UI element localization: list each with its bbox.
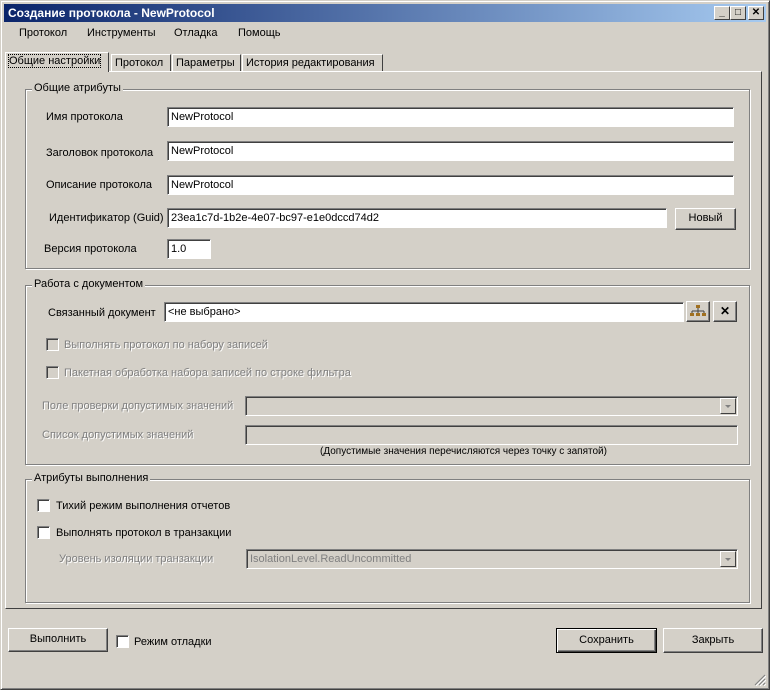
menu-tools[interactable]: Инструменты	[87, 27, 156, 39]
run-button[interactable]: Выполнить	[8, 628, 108, 652]
resize-grip-icon[interactable]	[754, 674, 766, 686]
batch-processing-checkbox[interactable]	[46, 366, 59, 379]
close-button[interactable]: Закрыть	[663, 628, 763, 653]
silent-mode-label: Тихий режим выполнения отчетов	[56, 500, 231, 512]
group-title: Общие атрибуты	[32, 82, 123, 94]
menu-help[interactable]: Помощь	[238, 27, 281, 39]
group-title: Атрибуты выполнения	[32, 472, 151, 484]
minimize-button[interactable]: _	[714, 6, 730, 20]
check-field-label: Поле проверки допустимых значений	[42, 400, 234, 412]
protocol-caption-input[interactable]: NewProtocol	[167, 141, 734, 161]
linked-document-label: Связанный документ	[48, 307, 156, 319]
isolation-level-label: Уровень изоляции транзакции	[59, 553, 214, 565]
save-button[interactable]: Сохранить	[556, 628, 657, 653]
allowed-list-hint: (Допустимые значения перечисляются через…	[320, 446, 607, 457]
protocol-name-label: Имя протокола	[46, 111, 123, 123]
isolation-level-value: IsolationLevel.ReadUncommitted	[250, 553, 412, 565]
in-transaction-checkbox[interactable]	[37, 526, 50, 539]
title-bar[interactable]: Создание протокола - NewProtocol _ □ ✕	[4, 4, 766, 22]
allowed-list-input[interactable]	[245, 425, 738, 445]
group-execution: Атрибуты выполнения Тихий режим выполнен…	[25, 472, 750, 603]
menu-bar: Протокол Инструменты Отладка Помощь	[4, 24, 766, 44]
maximize-button[interactable]: □	[730, 6, 746, 20]
menu-protocol[interactable]: Протокол	[19, 27, 67, 39]
menu-debug[interactable]: Отладка	[174, 27, 217, 39]
debug-mode-label: Режим отладки	[134, 636, 212, 648]
tab-parameters[interactable]: Параметры	[172, 54, 241, 71]
chevron-down-icon[interactable]	[720, 551, 736, 567]
select-document-button[interactable]	[686, 301, 710, 322]
chevron-down-icon[interactable]	[720, 398, 736, 414]
guid-input[interactable]: 23ea1c7d-1b2e-4e07-bc97-e1e0dccd74d2	[167, 208, 667, 228]
in-transaction-label: Выполнять протокол в транзакции	[56, 527, 232, 539]
dialog-window: Создание протокола - NewProtocol _ □ ✕ П…	[0, 0, 770, 690]
execute-by-records-label: Выполнять протокол по набору записей	[64, 339, 268, 351]
allowed-list-label: Список допустимых значений	[42, 429, 194, 441]
tab-general[interactable]: Общие настройки	[5, 52, 109, 72]
version-label: Версия протокола	[44, 243, 137, 255]
isolation-level-select[interactable]: IsolationLevel.ReadUncommitted	[246, 549, 738, 569]
close-window-button[interactable]: ✕	[748, 6, 764, 20]
protocol-name-input[interactable]: NewProtocol	[167, 107, 734, 127]
execute-by-records-checkbox[interactable]	[46, 338, 59, 351]
tab-panel-general: Общие атрибуты Имя протокола NewProtocol…	[5, 71, 762, 609]
guid-label: Идентификатор (Guid)	[49, 212, 164, 224]
debug-mode-checkbox[interactable]	[116, 635, 129, 648]
group-document: Работа с документом Связанный документ <…	[25, 278, 750, 465]
tab-edit-history[interactable]: История редактирования	[242, 54, 383, 71]
version-input[interactable]: 1.0	[167, 239, 211, 259]
protocol-caption-label: Заголовок протокола	[46, 147, 154, 159]
silent-mode-checkbox[interactable]	[37, 499, 50, 512]
group-general-attributes: Общие атрибуты Имя протокола NewProtocol…	[25, 82, 750, 269]
linked-document-input[interactable]: <не выбрано>	[164, 302, 684, 322]
tab-protocol[interactable]: Протокол	[111, 54, 171, 71]
window-title: Создание протокола - NewProtocol	[8, 6, 215, 20]
batch-processing-label: Пакетная обработка набора записей по стр…	[64, 367, 351, 379]
protocol-description-input[interactable]: NewProtocol	[167, 175, 734, 195]
clear-document-button[interactable]: ✕	[713, 301, 737, 322]
group-title: Работа с документом	[32, 278, 146, 290]
new-guid-button[interactable]: Новый	[675, 208, 736, 230]
tree-icon	[690, 305, 706, 316]
protocol-description-label: Описание протокола	[46, 179, 152, 191]
check-field-select[interactable]	[245, 396, 738, 416]
